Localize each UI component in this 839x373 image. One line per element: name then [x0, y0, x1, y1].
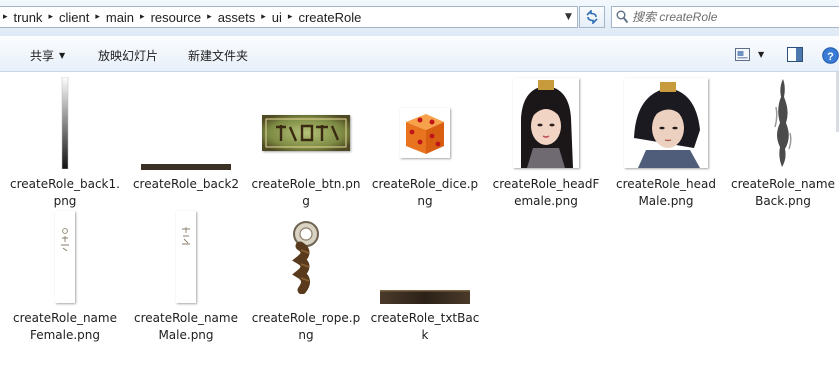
dark-text-bar-icon — [380, 290, 470, 304]
vertical-gradient-strip-icon — [61, 77, 69, 169]
file-item-createrole-namefemale[interactable]: createRole_nameFemale.png — [6, 206, 124, 342]
slideshow-button[interactable]: 放映幻灯片 — [98, 47, 158, 64]
file-item-createrole-dice[interactable]: createRole_dice.png — [366, 72, 484, 208]
file-item-createrole-headmale[interactable]: createRole_headMale.png — [607, 72, 725, 208]
file-item-createrole-headfemale[interactable]: createRole_headFemale.png — [487, 72, 605, 208]
file-item-createrole-nameback[interactable]: createRole_nameBack.png — [724, 72, 839, 208]
file-item-createrole-rope[interactable]: createRole_rope.png — [247, 206, 365, 342]
file-name: createRole_txtBack — [370, 311, 480, 342]
search-icon — [616, 10, 629, 24]
help-icon: ? — [822, 47, 839, 64]
svg-text:?: ? — [827, 51, 834, 63]
file-name: createRole_back2 — [132, 177, 240, 191]
breadcrumb-item-resource[interactable]: resource — [145, 10, 208, 25]
dark-horizontal-bar-icon — [141, 164, 231, 170]
refresh-icon — [586, 10, 598, 24]
slideshow-label: 放映幻灯片 — [98, 49, 159, 63]
file-name: createRole_dice.png — [371, 177, 479, 208]
file-item-createrole-namemale[interactable]: createRole_nameMale.png — [127, 206, 245, 342]
change-view-button[interactable]: ▼ — [735, 48, 764, 61]
search-box[interactable] — [611, 6, 839, 28]
image-thumbnail — [366, 210, 484, 304]
rope-ring-icon — [292, 221, 319, 294]
male-portrait-icon — [624, 78, 708, 168]
image-thumbnail — [487, 76, 605, 170]
address-history-dropdown-icon[interactable]: ▼ — [560, 7, 577, 27]
image-thumbnail — [127, 210, 245, 304]
search-input[interactable] — [632, 8, 832, 26]
share-label: 共享 — [30, 49, 55, 63]
breadcrumb: ▸ trunk ▸ client ▸ main ▸ resource ▸ ass… — [3, 7, 367, 27]
help-button[interactable]: ? — [822, 47, 839, 67]
file-name: createRole_headFemale.png — [492, 177, 600, 208]
file-name: createRole_back1.png — [10, 177, 120, 208]
image-thumbnail — [127, 76, 245, 170]
breadcrumb-item-trunk[interactable]: trunk — [8, 10, 49, 25]
command-toolbar: 共享 ▼ 放映幻灯片 新建文件夹 ▼ ? — [0, 36, 839, 72]
image-thumbnail — [724, 76, 839, 170]
share-button[interactable]: 共享 ▼ — [30, 47, 65, 64]
image-thumbnail — [607, 76, 725, 170]
new-folder-label: 新建文件夹 — [188, 49, 249, 63]
file-name: createRole_headMale.png — [616, 177, 716, 208]
file-item-createrole-btn[interactable]: createRole_btn.png — [247, 72, 365, 208]
breadcrumb-item-client[interactable]: client — [53, 10, 95, 25]
file-item-createrole-back1[interactable]: createRole_back1.png — [6, 72, 124, 208]
breadcrumb-item-createrole[interactable]: createRole — [292, 10, 367, 25]
enter-game-button-icon — [262, 115, 350, 151]
file-list: createRole_back1.png createRole_back2 cr… — [0, 72, 839, 373]
image-thumbnail — [6, 76, 124, 170]
address-bar[interactable]: ▸ trunk ▸ client ▸ main ▸ resource ▸ ass… — [0, 6, 578, 28]
chevron-down-icon: ▼ — [59, 51, 66, 60]
breadcrumb-item-assets[interactable]: assets — [212, 10, 262, 25]
image-thumbnail — [366, 76, 484, 170]
view-options-icon — [735, 48, 750, 61]
ink-brush-stroke-icon — [774, 79, 792, 167]
navigation-bar: ▸ trunk ▸ client ▸ main ▸ resource ▸ ass… — [0, 0, 839, 36]
chevron-down-icon[interactable]: ▼ — [758, 50, 764, 59]
breadcrumb-item-main[interactable]: main — [100, 10, 140, 25]
file-name: createRole_nameBack.png — [731, 177, 835, 208]
breadcrumb-item-ui[interactable]: ui — [266, 10, 288, 25]
image-thumbnail — [247, 76, 365, 170]
file-name: createRole_nameMale.png — [134, 311, 238, 342]
vertical-name-plate-icon — [55, 211, 75, 303]
file-name: createRole_rope.png — [251, 311, 361, 342]
image-thumbnail — [247, 210, 365, 304]
image-thumbnail — [6, 210, 124, 304]
file-item-createrole-txtback[interactable]: createRole_txtBack — [366, 206, 484, 342]
refresh-button[interactable] — [579, 6, 605, 28]
preview-pane-button[interactable] — [787, 47, 803, 65]
orange-dice-icon — [400, 108, 450, 158]
female-portrait-icon — [513, 78, 579, 168]
new-folder-button[interactable]: 新建文件夹 — [188, 47, 248, 64]
preview-pane-icon — [787, 47, 803, 62]
file-name: createRole_nameFemale.png — [13, 311, 117, 342]
vertical-name-plate-icon — [176, 211, 196, 303]
file-name: createRole_btn.png — [251, 177, 361, 208]
file-item-createrole-back2[interactable]: createRole_back2 — [127, 72, 245, 204]
